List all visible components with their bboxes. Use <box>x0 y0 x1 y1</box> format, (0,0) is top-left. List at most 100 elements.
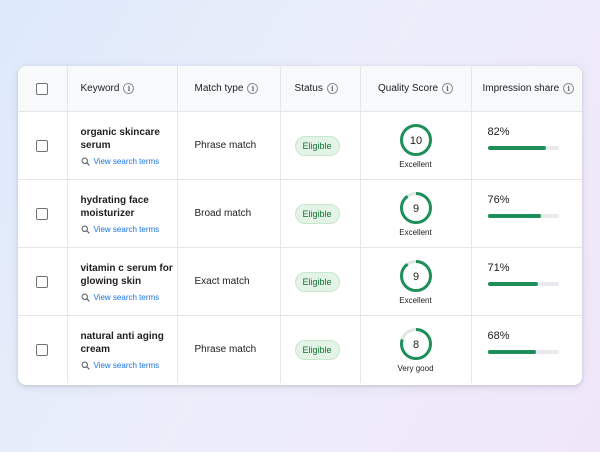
keyword-cell: hydrating face moisturizer View search t… <box>67 179 179 248</box>
quality-score-label: Excellent <box>399 159 432 169</box>
header-impression-share-label: Impression share <box>482 83 560 94</box>
keyword-line-1: natural anti aging <box>80 330 164 342</box>
status-badge: Eligible <box>294 135 340 156</box>
search-icon <box>81 361 90 370</box>
header-quality-score[interactable]: Quality Score i <box>360 66 472 112</box>
impression-share-bar <box>487 349 559 354</box>
quality-score-cell: 10 Excellent <box>360 111 472 180</box>
quality-score-value: 9 <box>412 271 418 283</box>
quality-score-ring: 8 <box>399 327 432 360</box>
header-match-type-label: Match type <box>194 83 244 94</box>
impression-share-bar-fill <box>487 281 538 286</box>
match-type-cell: Broad match <box>177 179 281 248</box>
row-checkbox[interactable] <box>36 343 49 356</box>
status-badge: Eligible <box>294 203 340 224</box>
table-row: hydrating face moisturizer View search t… <box>18 179 582 248</box>
select-all-checkbox[interactable] <box>36 82 49 95</box>
view-search-terms-link[interactable]: View search terms <box>81 361 177 370</box>
status-cell: Eligible <box>280 179 361 248</box>
keywords-table-card: Keyword i Match type i Status i Quality … <box>18 66 582 385</box>
quality-score-value: 10 <box>409 135 421 147</box>
header-keyword-label: Keyword <box>80 83 120 94</box>
row-checkbox[interactable] <box>36 207 49 220</box>
quality-score-value: 8 <box>412 339 418 351</box>
match-type-cell: Exact match <box>177 247 281 316</box>
view-search-terms-label: View search terms <box>93 360 160 370</box>
keyword-line-2: glowing skin <box>80 275 142 287</box>
impression-share-value: 82% <box>487 125 510 138</box>
row-checkbox[interactable] <box>36 275 49 288</box>
quality-score-value: 9 <box>412 203 418 215</box>
keyword-text: natural anti aging cream <box>81 330 179 356</box>
quality-score-label: Excellent <box>399 227 432 237</box>
header-status[interactable]: Status i <box>280 66 361 112</box>
view-search-terms-label: View search terms <box>93 292 160 302</box>
impression-share-bar-fill <box>487 213 542 218</box>
info-icon[interactable]: i <box>247 83 259 94</box>
keyword-line-2: cream <box>80 343 110 355</box>
match-type-text: Phrase match <box>194 140 257 151</box>
header-status-label: Status <box>294 83 323 94</box>
view-search-terms-link[interactable]: View search terms <box>81 225 177 234</box>
table-row: vitamin c serum for glowing skin View se… <box>18 247 582 316</box>
view-search-terms-label: View search terms <box>93 224 160 234</box>
impression-share-bar <box>487 213 559 218</box>
keyword-line-2: serum <box>80 139 111 151</box>
table-row: natural anti aging cream View search ter… <box>18 315 582 384</box>
quality-score-ring: 9 <box>399 191 432 224</box>
info-icon[interactable]: i <box>442 83 454 94</box>
row-select[interactable] <box>18 247 68 316</box>
view-search-terms-link[interactable]: View search terms <box>81 293 177 302</box>
keyword-line-1: hydrating face <box>80 194 149 206</box>
match-type-text: Broad match <box>194 208 252 219</box>
status-cell: Eligible <box>280 247 361 316</box>
keyword-cell: natural anti aging cream View search ter… <box>67 315 179 383</box>
match-type-cell: Phrase match <box>177 315 281 383</box>
info-icon[interactable]: i <box>123 83 135 94</box>
info-icon[interactable]: i <box>563 83 575 94</box>
quality-score-ring: 10 <box>399 123 432 156</box>
header-match-type[interactable]: Match type i <box>177 66 281 112</box>
table-row: organic skincare serum View search terms… <box>18 111 582 180</box>
impression-share-bar-fill <box>487 145 546 150</box>
header-impression-share[interactable]: Impression share i <box>471 66 582 112</box>
search-icon <box>81 225 90 234</box>
quality-score-cell: 9 Excellent <box>360 179 472 248</box>
row-select[interactable] <box>18 111 68 180</box>
row-select[interactable] <box>18 179 68 248</box>
impression-share-cell: 82% <box>471 111 582 180</box>
header-select-all[interactable] <box>18 66 68 112</box>
keyword-text: hydrating face moisturizer <box>81 194 179 220</box>
impression-share-value: 76% <box>487 193 510 206</box>
keyword-text: organic skincare serum <box>81 126 179 152</box>
keyword-line-1: vitamin c serum for <box>80 262 173 274</box>
keyword-text: vitamin c serum for glowing skin <box>81 262 179 288</box>
impression-share-bar <box>487 281 559 286</box>
info-icon[interactable]: i <box>326 83 338 94</box>
quality-score-cell: 9 Excellent <box>360 247 472 316</box>
status-badge: Eligible <box>294 271 340 292</box>
status-badge: Eligible <box>294 339 340 360</box>
search-icon <box>81 293 90 302</box>
quality-score-label: Very good <box>397 363 434 373</box>
view-search-terms-label: View search terms <box>93 156 160 166</box>
row-checkbox[interactable] <box>36 139 49 152</box>
row-select[interactable] <box>18 315 68 383</box>
keyword-cell: organic skincare serum View search terms <box>67 111 179 180</box>
impression-share-cell: 71% <box>471 247 582 316</box>
table-header-row: Keyword i Match type i Status i Quality … <box>18 66 582 112</box>
quality-score-ring: 9 <box>399 259 432 292</box>
view-search-terms-link[interactable]: View search terms <box>81 157 177 166</box>
keyword-cell: vitamin c serum for glowing skin View se… <box>67 247 179 316</box>
keywords-table: Keyword i Match type i Status i Quality … <box>18 66 582 383</box>
header-keyword[interactable]: Keyword i <box>67 66 178 112</box>
impression-share-cell: 68% <box>471 316 582 384</box>
impression-share-bar-fill <box>487 349 536 354</box>
status-cell: Eligible <box>280 315 361 383</box>
impression-share-bar <box>487 145 559 150</box>
status-cell: Eligible <box>280 111 361 180</box>
match-type-cell: Phrase match <box>177 111 281 180</box>
quality-score-cell: 8 Very good <box>360 315 472 383</box>
impression-share-cell: 76% <box>471 179 582 248</box>
keyword-line-1: organic skincare <box>80 126 160 138</box>
